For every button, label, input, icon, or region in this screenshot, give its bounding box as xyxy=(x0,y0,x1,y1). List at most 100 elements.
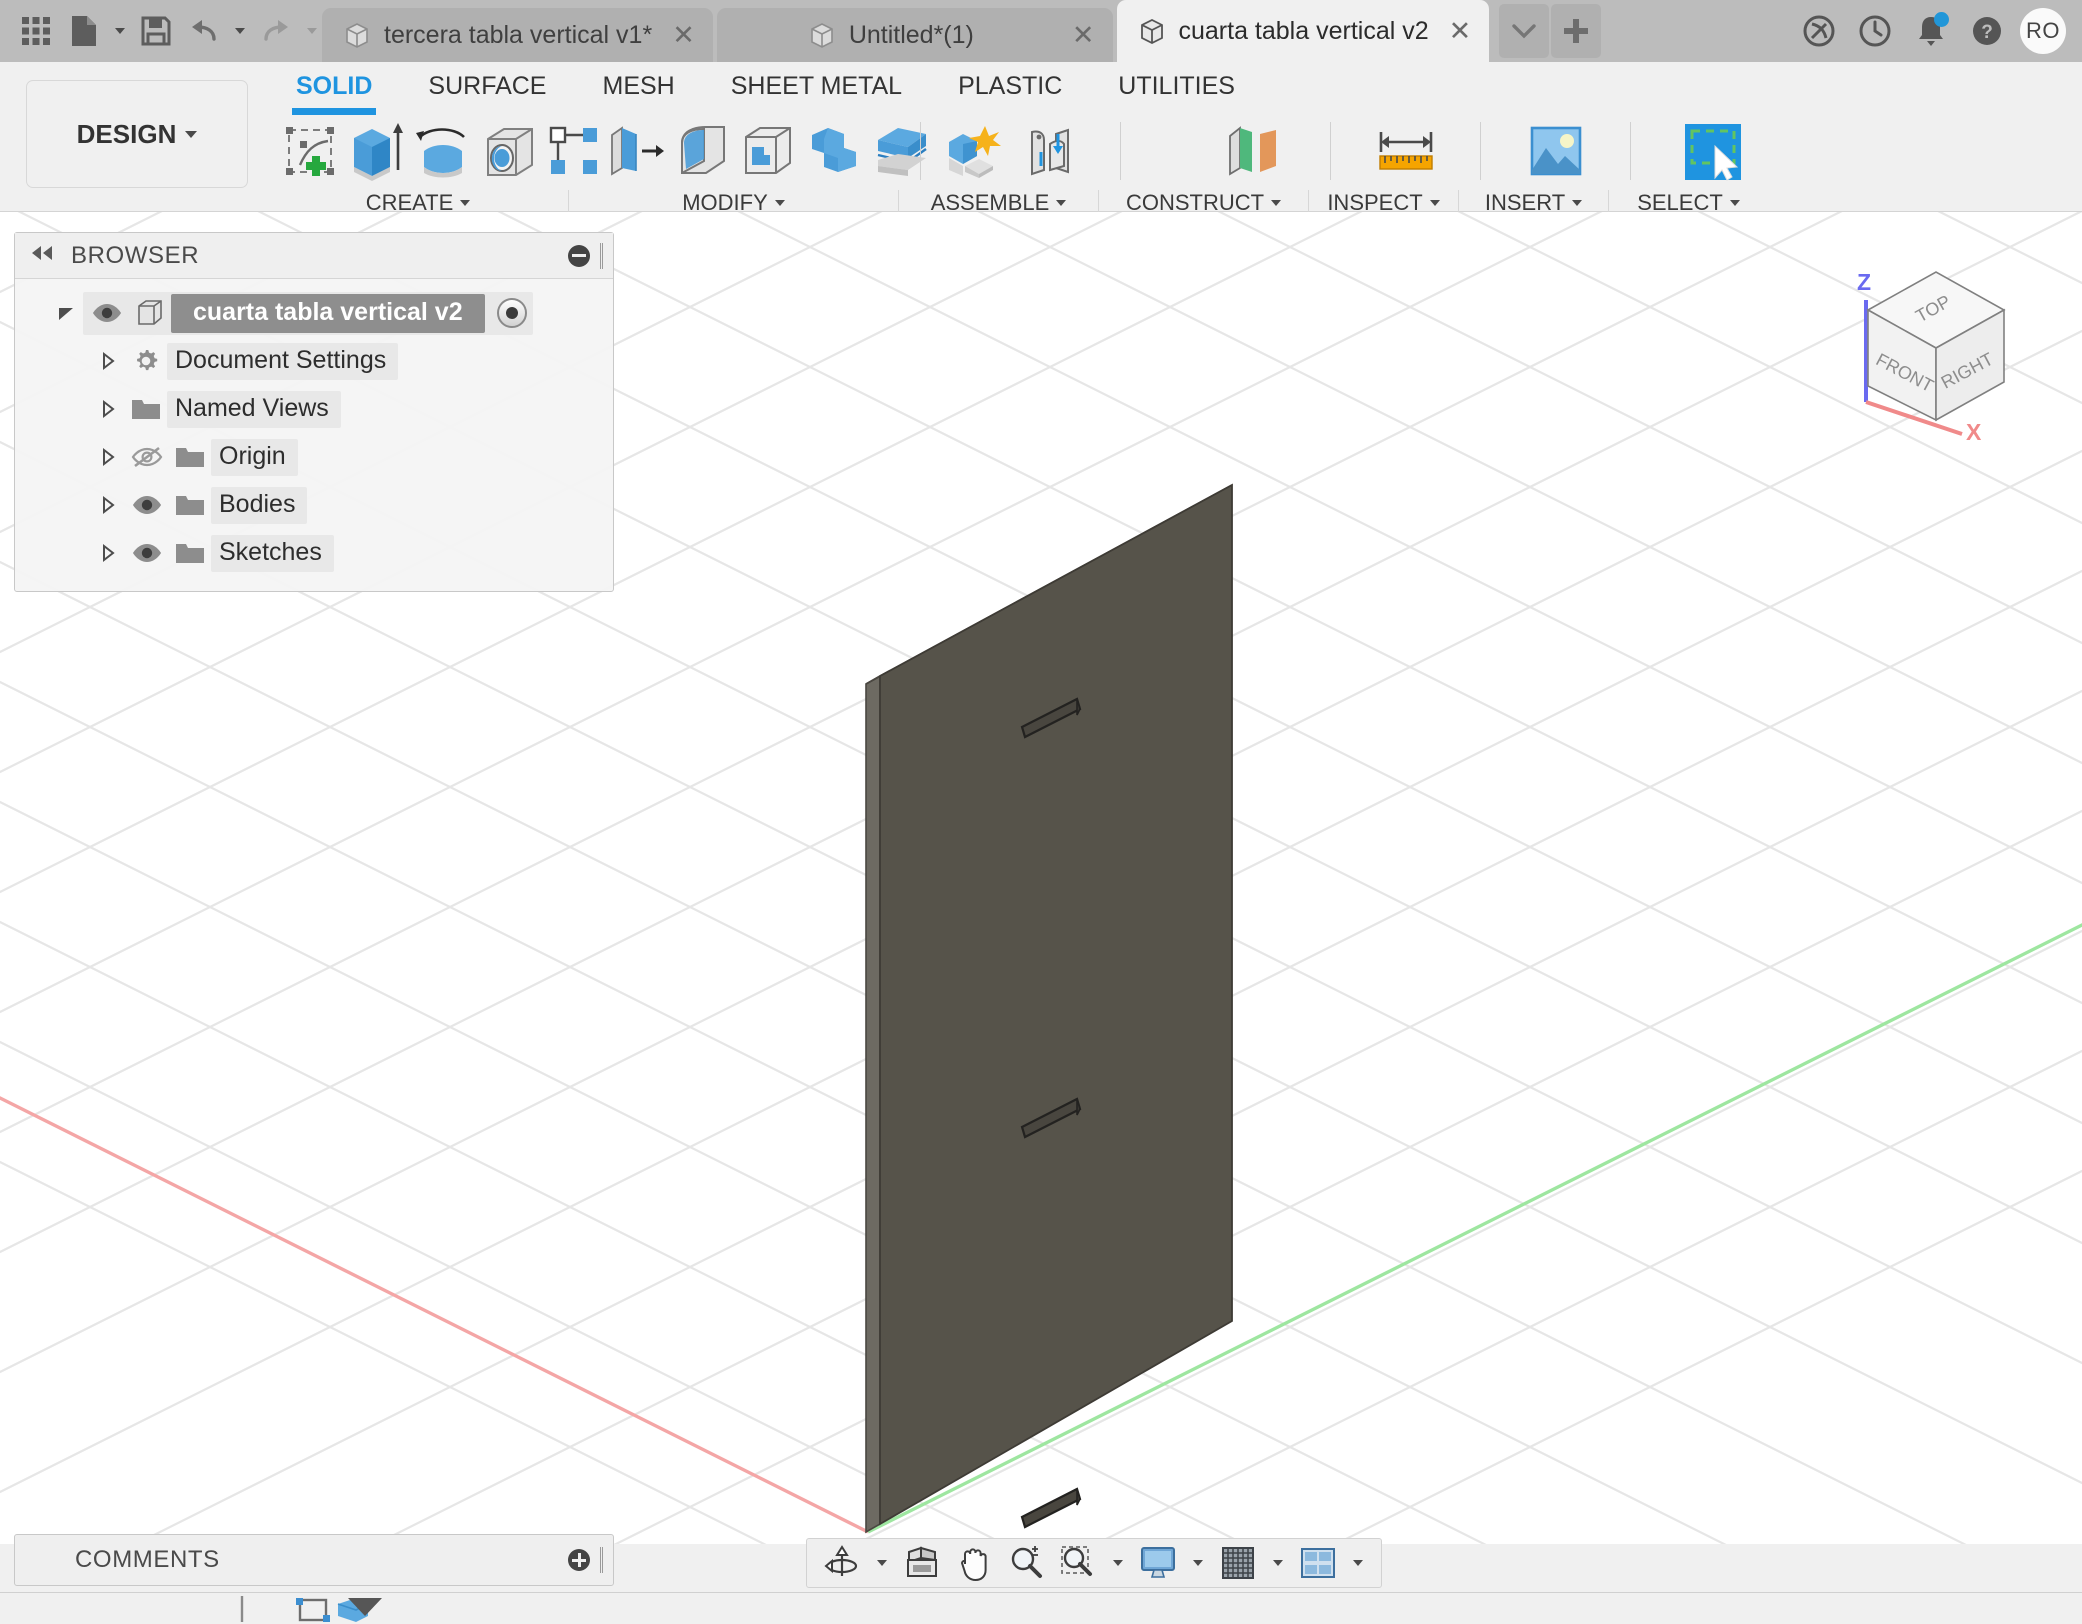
tab-solid[interactable]: SOLID xyxy=(268,62,400,115)
avatar[interactable]: RO xyxy=(2020,8,2066,54)
redo-caret[interactable] xyxy=(302,9,322,53)
plus-icon[interactable] xyxy=(1551,4,1602,58)
grid-snaps-caret[interactable] xyxy=(1265,1541,1291,1585)
fit-caret[interactable] xyxy=(1105,1541,1131,1585)
joint-icon[interactable] xyxy=(1014,112,1086,190)
expand-arrow-icon[interactable] xyxy=(49,303,83,323)
browser-item-label: Named Views xyxy=(167,390,341,428)
browser-item-label: Sketches xyxy=(211,534,334,572)
browser-item-origin[interactable]: Origin xyxy=(15,433,613,481)
save-icon[interactable] xyxy=(134,9,178,53)
resize-grip[interactable] xyxy=(600,242,603,269)
document-tab-1[interactable]: Untitled*(1) ✕ xyxy=(716,8,1113,62)
pan-icon[interactable] xyxy=(949,1541,999,1585)
divider xyxy=(1330,122,1331,180)
close-icon[interactable]: ✕ xyxy=(1449,16,1472,47)
expand-arrow-icon[interactable] xyxy=(91,495,125,515)
browser-root-item[interactable]: cuarta tabla vertical v2 xyxy=(15,289,613,337)
close-icon[interactable]: ✕ xyxy=(672,20,695,51)
tab-surface[interactable]: SURFACE xyxy=(400,62,574,110)
tab-label: MESH xyxy=(602,72,675,100)
divider xyxy=(1630,122,1631,180)
measure-icon[interactable] xyxy=(1366,112,1446,190)
new-document-icon[interactable] xyxy=(62,9,106,53)
extrude-icon[interactable] xyxy=(346,112,406,190)
shell-icon[interactable] xyxy=(738,112,798,190)
chevron-down-icon[interactable] xyxy=(1499,4,1550,58)
browser-item-bodies[interactable]: Bodies xyxy=(15,481,613,529)
chevron-down-icon xyxy=(1572,200,1583,206)
offset-plane-icon[interactable] xyxy=(1210,112,1296,190)
view-cube[interactable]: Z X TOP FRONT RIGHT xyxy=(1836,252,2046,445)
visibility-eye-icon[interactable] xyxy=(85,302,129,324)
add-comment-icon[interactable] xyxy=(568,1549,590,1571)
browser-item-document-settings[interactable]: Document Settings xyxy=(15,337,613,385)
document-tab-2[interactable]: cuarta tabla vertical v2 ✕ xyxy=(1116,0,1490,62)
combine-icon[interactable] xyxy=(804,112,864,190)
notifications-bell-icon[interactable] xyxy=(1908,8,1954,54)
chevron-down-icon xyxy=(1271,200,1282,206)
display-settings-caret[interactable] xyxy=(1185,1541,1211,1585)
document-tab-label: Untitled*(1) xyxy=(848,20,974,49)
tab-mesh[interactable]: MESH xyxy=(575,62,703,110)
visibility-eye-icon[interactable] xyxy=(125,494,169,516)
create-sketch-icon[interactable] xyxy=(280,112,340,190)
document-tab-label: cuarta tabla vertical v2 xyxy=(1178,16,1429,45)
browser-item-label: Origin xyxy=(211,438,298,476)
ribbon-group-modify: MODIFY xyxy=(568,112,927,216)
look-at-icon[interactable] xyxy=(897,1541,947,1585)
tab-tools xyxy=(1493,0,1602,62)
collapse-left-icon[interactable] xyxy=(29,244,55,267)
select-window-icon[interactable] xyxy=(1670,112,1756,190)
browser-item-label: Bodies xyxy=(211,486,308,524)
job-status-clock-icon[interactable] xyxy=(1852,8,1898,54)
visibility-eye-icon[interactable] xyxy=(125,542,169,564)
comments-panel[interactable]: COMMENTS xyxy=(14,1534,614,1586)
divider xyxy=(920,122,921,180)
extensions-icon[interactable] xyxy=(1796,8,1842,54)
tab-plastic[interactable]: PLASTIC xyxy=(930,62,1090,110)
zoom-window-icon[interactable] xyxy=(1053,1541,1103,1585)
expand-arrow-icon[interactable] xyxy=(91,351,125,371)
activate-radio-icon[interactable] xyxy=(496,298,527,328)
orbit-icon[interactable] xyxy=(817,1541,867,1585)
expand-arrow-icon[interactable] xyxy=(91,399,125,419)
revolve-icon[interactable] xyxy=(412,112,474,190)
viewports-icon[interactable] xyxy=(1293,1541,1343,1585)
tab-utilities[interactable]: UTILITIES xyxy=(1090,62,1263,110)
undo-caret[interactable] xyxy=(230,9,250,53)
zoom-icon[interactable] xyxy=(1001,1541,1051,1585)
minimize-icon[interactable] xyxy=(568,244,590,267)
grid-snaps-icon[interactable] xyxy=(1213,1541,1263,1585)
tab-label: UTILITIES xyxy=(1118,72,1235,100)
resize-grip[interactable] xyxy=(600,1547,603,1573)
orbit-caret[interactable] xyxy=(869,1541,895,1585)
hole-icon[interactable] xyxy=(480,112,540,190)
close-icon[interactable]: ✕ xyxy=(1072,20,1095,51)
axis-z-label: Z xyxy=(1857,269,1871,295)
insert-image-icon[interactable] xyxy=(1516,112,1596,190)
document-tab-strip: tercera tabla vertical v1* ✕ Untitled*(1… xyxy=(322,0,1493,62)
expand-arrow-icon[interactable] xyxy=(91,543,125,563)
visibility-eye-off-icon[interactable] xyxy=(125,445,169,469)
redo-icon[interactable] xyxy=(254,9,298,53)
browser-item-sketches[interactable]: Sketches xyxy=(15,529,613,577)
workspace-switcher[interactable]: DESIGN xyxy=(26,80,248,188)
app-grid-icon[interactable] xyxy=(14,9,58,53)
display-settings-icon[interactable] xyxy=(1133,1541,1183,1585)
document-tab-0[interactable]: tercera tabla vertical v1* ✕ xyxy=(322,8,713,62)
browser-item-named-views[interactable]: Named Views xyxy=(15,385,613,433)
new-component-icon[interactable] xyxy=(937,112,1009,190)
timeline[interactable] xyxy=(120,1596,500,1624)
press-pull-icon[interactable] xyxy=(606,112,666,190)
undo-icon[interactable] xyxy=(182,9,226,53)
expand-arrow-icon[interactable] xyxy=(91,447,125,467)
fillet-icon[interactable] xyxy=(672,112,732,190)
viewports-caret[interactable] xyxy=(1345,1541,1371,1585)
tab-label: SOLID xyxy=(296,72,373,100)
tab-sheet-metal[interactable]: SHEET METAL xyxy=(703,62,930,110)
new-document-caret[interactable] xyxy=(110,9,130,53)
notification-badge xyxy=(1934,12,1949,27)
comments-title: COMMENTS xyxy=(75,1546,220,1573)
help-icon[interactable]: ? xyxy=(1964,8,2010,54)
